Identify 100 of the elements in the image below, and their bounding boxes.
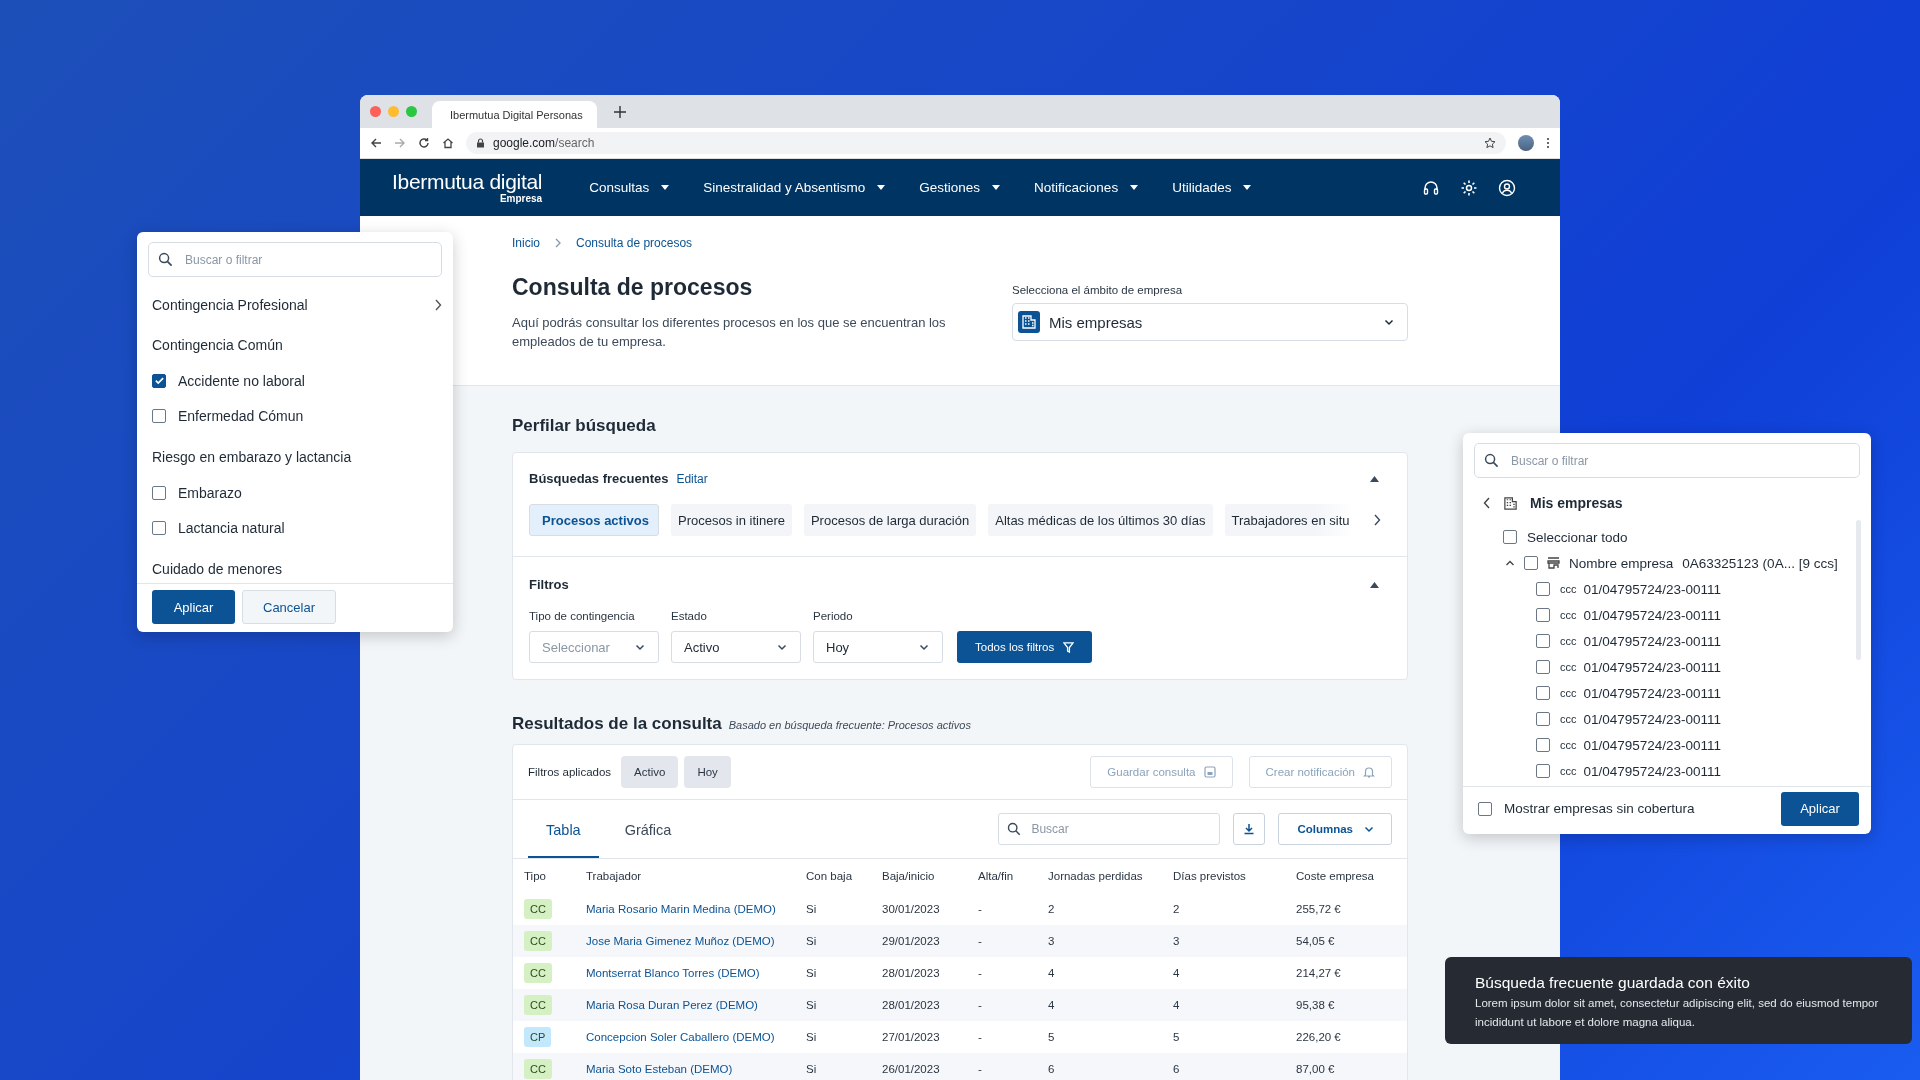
ccc-prefix: ccc — [1560, 713, 1577, 725]
breadcrumb-link[interactable]: Consulta de procesos — [576, 236, 693, 250]
scrollbar[interactable] — [1856, 520, 1861, 660]
star-icon[interactable] — [1484, 137, 1496, 149]
edit-link[interactable]: Editar — [676, 471, 708, 486]
worker-link[interactable]: Maria Soto Esteban (DEMO) — [586, 1063, 733, 1075]
checkbox[interactable] — [1524, 556, 1538, 570]
option-label: Accidente no laboral — [178, 372, 305, 389]
ccc-prefix: ccc — [1560, 583, 1577, 595]
table-cell-text: Si — [806, 935, 818, 947]
view-tab[interactable]: Gráfica — [606, 800, 690, 858]
section-title: Perfilar búsqueda — [512, 416, 657, 436]
company-scope-select[interactable]: Mis empresas — [1012, 303, 1408, 341]
back-icon[interactable] — [1483, 497, 1491, 509]
checkbox[interactable] — [1478, 801, 1492, 816]
table-cell-text: 5 — [1173, 1031, 1181, 1043]
dropdown[interactable]: Activo — [671, 631, 801, 663]
frequent-search-chip[interactable]: Altas médicas de los últimos 30 días — [988, 504, 1213, 536]
ccc-prefix: ccc — [1560, 739, 1577, 751]
column-header: Tipo — [524, 870, 547, 882]
download-button[interactable] — [1233, 813, 1266, 845]
dropdown[interactable]: Hoy — [813, 631, 943, 663]
cancel-button[interactable]: Cancelar — [242, 590, 336, 624]
caret-icon — [992, 185, 1001, 190]
back-icon[interactable] — [370, 137, 382, 149]
table-cell-text: 29/01/2023 — [882, 935, 941, 947]
ccc-code: 01/04795724/23-00111 — [1583, 581, 1722, 597]
worker-link[interactable]: Concepcion Soler Caballero (DEMO) — [586, 1031, 775, 1043]
chevron-right-icon[interactable] — [1373, 514, 1381, 526]
table-cell-text: 95,38 € — [1296, 999, 1336, 1011]
field-label: Selecciona el ámbito de empresa — [1012, 284, 1184, 296]
breadcrumb-link[interactable]: Inicio — [512, 236, 540, 250]
checkbox[interactable] — [1536, 686, 1550, 700]
field-label: Tipo de contingencia — [529, 610, 636, 622]
address-bar[interactable]: google.com/search — [466, 132, 1506, 154]
search-icon — [1484, 453, 1499, 468]
reload-icon[interactable] — [418, 137, 430, 149]
frequent-search-chip[interactable]: Procesos activos — [529, 504, 659, 536]
option-label: Embarazo — [178, 484, 242, 501]
nav-menu-item[interactable]: Utilidades — [1155, 180, 1269, 195]
checkbox[interactable] — [1536, 738, 1550, 752]
collapse-icon[interactable] — [1370, 475, 1379, 482]
checkbox[interactable] — [1536, 764, 1550, 778]
checkbox[interactable] — [1536, 660, 1550, 674]
forward-icon[interactable] — [394, 137, 406, 149]
nav-menu-item[interactable]: Gestiones — [902, 180, 1018, 195]
headset-icon[interactable] — [1422, 178, 1440, 197]
ccc-prefix: ccc — [1560, 687, 1577, 699]
nav-menu-item[interactable]: Notificaciones — [1017, 180, 1156, 195]
checkbox[interactable] — [1536, 634, 1550, 648]
worker-link[interactable]: Maria Rosa Duran Perez (DEMO) — [586, 999, 758, 1011]
caret-icon — [877, 185, 886, 190]
checkbox[interactable] — [152, 408, 166, 423]
type-badge: CP — [524, 1027, 552, 1047]
checkbox[interactable] — [1536, 712, 1550, 726]
category-link[interactable]: Contingencia Profesional — [152, 283, 442, 327]
more-icon[interactable] — [1546, 137, 1550, 149]
worker-link[interactable]: Maria Rosario Marin Medina (DEMO) — [586, 903, 776, 915]
group-heading: Contingencia Común — [152, 337, 284, 353]
apply-button[interactable]: Aplicar — [1781, 791, 1859, 826]
section-heading: Búsquedas frecuentes — [529, 471, 669, 486]
table-cell-text: 3 — [1173, 935, 1181, 947]
checkbox[interactable] — [152, 373, 166, 388]
checkbox[interactable] — [1503, 530, 1517, 544]
home-icon[interactable] — [442, 137, 454, 149]
browser-tab[interactable]: Ibermutua Digital Personas — [432, 101, 597, 128]
worker-link[interactable]: Montserrat Blanco Torres (DEMO) — [586, 967, 760, 979]
checkbox[interactable] — [152, 485, 166, 500]
filter-tag: Activo — [621, 756, 679, 788]
collapse-icon[interactable] — [1370, 581, 1379, 588]
worker-link[interactable]: Jose Maria Gimenez Muñoz (DEMO) — [586, 935, 775, 947]
nav-menu-item[interactable]: Consultas — [572, 180, 687, 195]
table-cell-text: 30/01/2023 — [882, 903, 941, 915]
table-cell-text: 2 — [1048, 903, 1056, 915]
user-icon[interactable] — [1498, 178, 1516, 197]
table-cell-text: 4 — [1173, 999, 1181, 1011]
new-tab-icon[interactable] — [614, 105, 626, 118]
frequent-search-chip[interactable]: Procesos in itinere — [671, 504, 792, 536]
table-cell-text: 4 — [1048, 967, 1056, 979]
view-tab[interactable]: Tabla — [528, 800, 599, 858]
checkbox[interactable] — [1536, 582, 1550, 596]
collapse-icon[interactable] — [1505, 558, 1515, 568]
checkbox[interactable] — [152, 520, 166, 535]
chevron-right-icon — [554, 238, 562, 248]
table-cell-text: 214,27 € — [1296, 967, 1342, 979]
type-badge: CC — [524, 931, 552, 951]
search-icon — [158, 252, 173, 267]
nav-menu-item[interactable]: Sinestralidad y Absentismo — [686, 180, 903, 195]
apply-button[interactable]: Aplicar — [152, 590, 235, 624]
table-cell-text: 2 — [1173, 903, 1181, 915]
columns-button[interactable]: Columnas — [1278, 813, 1392, 845]
table-cell-text: Si — [806, 999, 818, 1011]
lock-icon — [476, 138, 485, 148]
avatar[interactable] — [1518, 135, 1534, 151]
close-window-icon[interactable] — [370, 106, 381, 117]
ccc-prefix: ccc — [1560, 661, 1577, 673]
ccc-code: 01/04795724/23-00111 — [1583, 685, 1722, 701]
checkbox[interactable] — [1536, 608, 1550, 622]
all-filters-button[interactable]: Todos los filtros — [957, 631, 1093, 663]
frequent-search-chip[interactable]: Procesos de larga duración — [803, 504, 977, 536]
